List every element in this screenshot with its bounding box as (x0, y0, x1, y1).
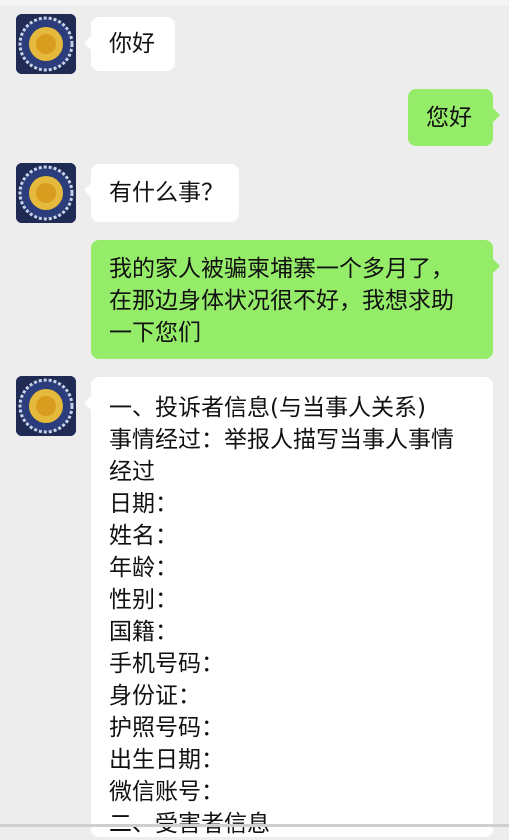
message-bubble-incoming[interactable]: 有什么事？ (84, 164, 239, 222)
message-line: 日期： (109, 491, 178, 517)
message-line: 经过 (109, 459, 155, 485)
message-bubble-incoming[interactable]: 你好 (84, 17, 175, 71)
message-line: 性别： (109, 587, 178, 613)
contact-avatar[interactable] (16, 14, 76, 74)
emblem-icon (16, 14, 76, 74)
top-edge (0, 0, 509, 6)
message-text: 你好 (109, 31, 155, 57)
contact-avatar[interactable] (16, 376, 76, 436)
message-text: 您好 (426, 105, 472, 131)
message-bubble-outgoing[interactable]: 您好 (408, 89, 500, 146)
message-bubble-incoming[interactable]: 一、投诉者信息(与当事人关系) 事情经过：举报人描写当事人事情 经过 日期： 姓… (84, 377, 493, 837)
message-line: 一、投诉者信息(与当事人关系) (109, 395, 426, 421)
message-line: 事情经过：举报人描写当事人事情 (109, 427, 454, 453)
message-line: 护照号码： (109, 715, 224, 741)
message-line: 手机号码： (109, 651, 224, 677)
message-line: 微信账号： (109, 779, 224, 805)
emblem-icon (16, 376, 76, 436)
message-line: 在那边身体状况很不好，我想求助 (109, 288, 454, 314)
message-bubble-outgoing[interactable]: 我的家人被骗柬埔寨一个多月了， 在那边身体状况很不好，我想求助 一下您们 (91, 240, 500, 359)
message-line: 姓名： (109, 523, 178, 549)
message-line: 一下您们 (109, 320, 201, 346)
message-text: 有什么事？ (109, 180, 224, 206)
message-line: 我的家人被骗柬埔寨一个多月了， (109, 256, 454, 282)
emblem-icon (16, 163, 76, 223)
message-line: 出生日期： (109, 747, 224, 773)
message-line: 身份证： (109, 683, 201, 709)
contact-avatar[interactable] (16, 163, 76, 223)
message-line: 国籍： (109, 619, 178, 645)
message-line: 年龄： (109, 555, 178, 581)
